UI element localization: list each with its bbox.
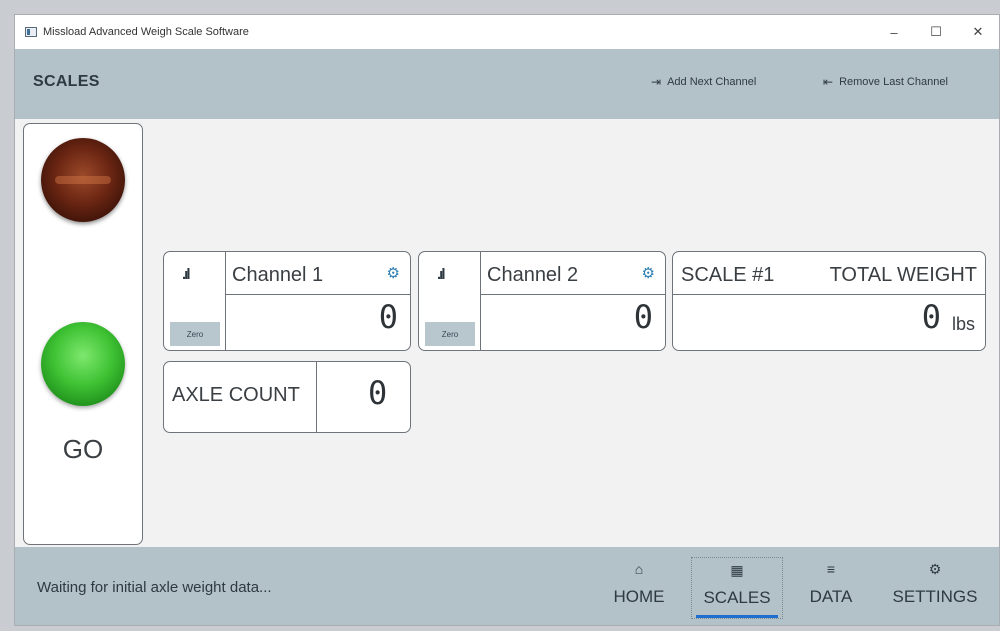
minimize-button[interactable]: –: [873, 15, 915, 49]
nav-settings-label: SETTINGS: [892, 587, 978, 606]
nav-data[interactable]: ≡ DATA: [803, 557, 859, 619]
app-window: Missload Advanced Weigh Scale Software –…: [14, 14, 1000, 626]
window-controls: – ☐ ✕: [873, 15, 999, 49]
channel-2-card: .ıl Zero Channel 2 ⚙ 0: [418, 251, 666, 351]
settings-gear-icon: ⚙: [928, 561, 942, 577]
bottom-bar: Waiting for initial axle weight data... …: [15, 547, 999, 625]
divider: [673, 294, 985, 295]
channel-1-value: 0: [378, 298, 398, 336]
total-weight-value: 0: [921, 298, 941, 336]
add-next-channel-label: Add Next Channel: [667, 76, 757, 88]
page-header: SCALES ⇥ Add Next Channel ⇤ Remove Last …: [15, 49, 999, 119]
add-channel-icon: ⇥: [651, 75, 662, 89]
axle-count-value: 0: [368, 374, 388, 412]
channel-1-card: .ıl Zero Channel 1 ⚙ 0: [163, 251, 411, 351]
nav-scales-label: SCALES: [703, 588, 771, 607]
close-button[interactable]: ✕: [957, 15, 999, 49]
signal-icon: .ıl: [182, 266, 190, 283]
red-light-indicator: [41, 138, 125, 222]
nav-home-label: HOME: [613, 587, 665, 606]
add-next-channel-button[interactable]: ⇥ Add Next Channel: [651, 75, 756, 89]
grid-icon: ▦: [730, 562, 744, 578]
remove-last-channel-label: Remove Last Channel: [839, 76, 948, 88]
remove-last-channel-button[interactable]: ⇤ Remove Last Channel: [823, 75, 948, 89]
nav-settings[interactable]: ⚙ SETTINGS: [885, 557, 985, 619]
axle-count-label: AXLE COUNT: [172, 384, 300, 406]
divider: [316, 362, 317, 432]
total-weight-label: TOTAL WEIGHT: [829, 264, 977, 286]
maximize-button[interactable]: ☐: [915, 15, 957, 49]
scale-total-card: SCALE #1 TOTAL WEIGHT 0 lbs: [672, 251, 986, 351]
main-content: GO .ıl Zero Channel 1 ⚙ 0 .ıl Zero Chann…: [15, 119, 999, 547]
channel-1-zero-button[interactable]: Zero: [170, 322, 220, 346]
weight-unit: lbs: [951, 314, 975, 334]
page-title: SCALES: [33, 73, 100, 90]
channel-2-value: 0: [633, 298, 653, 336]
channel-1-controls: .ıl Zero: [164, 252, 226, 350]
signal-icon: .ıl: [437, 266, 445, 283]
remove-channel-icon: ⇤: [823, 75, 834, 89]
channel-2-controls: .ıl Zero: [419, 252, 481, 350]
window-title: Missload Advanced Weigh Scale Software: [43, 26, 249, 38]
axle-count-card: AXLE COUNT 0: [163, 361, 411, 433]
gear-icon[interactable]: ⚙: [387, 264, 400, 282]
divider: [481, 294, 665, 295]
active-tab-indicator: [696, 615, 778, 618]
nav-home[interactable]: ⌂ HOME: [611, 557, 667, 619]
channel-2-name: Channel 2: [487, 264, 579, 286]
home-icon: ⌂: [634, 561, 644, 577]
gear-icon[interactable]: ⚙: [642, 264, 655, 282]
app-icon: [25, 27, 37, 37]
nav-data-label: DATA: [809, 587, 853, 606]
status-message: Waiting for initial axle weight data...: [37, 579, 272, 596]
green-light-indicator: [41, 322, 125, 406]
traffic-light-panel: GO: [23, 123, 143, 545]
go-status-label: GO: [62, 434, 104, 464]
nav-scales[interactable]: ▦ SCALES: [691, 557, 783, 619]
channel-1-name: Channel 1: [232, 264, 324, 286]
divider: [226, 294, 410, 295]
database-icon: ≡: [826, 561, 836, 577]
scale-name: SCALE #1: [681, 264, 775, 286]
title-bar: Missload Advanced Weigh Scale Software –…: [15, 15, 999, 49]
channel-2-zero-button[interactable]: Zero: [425, 322, 475, 346]
